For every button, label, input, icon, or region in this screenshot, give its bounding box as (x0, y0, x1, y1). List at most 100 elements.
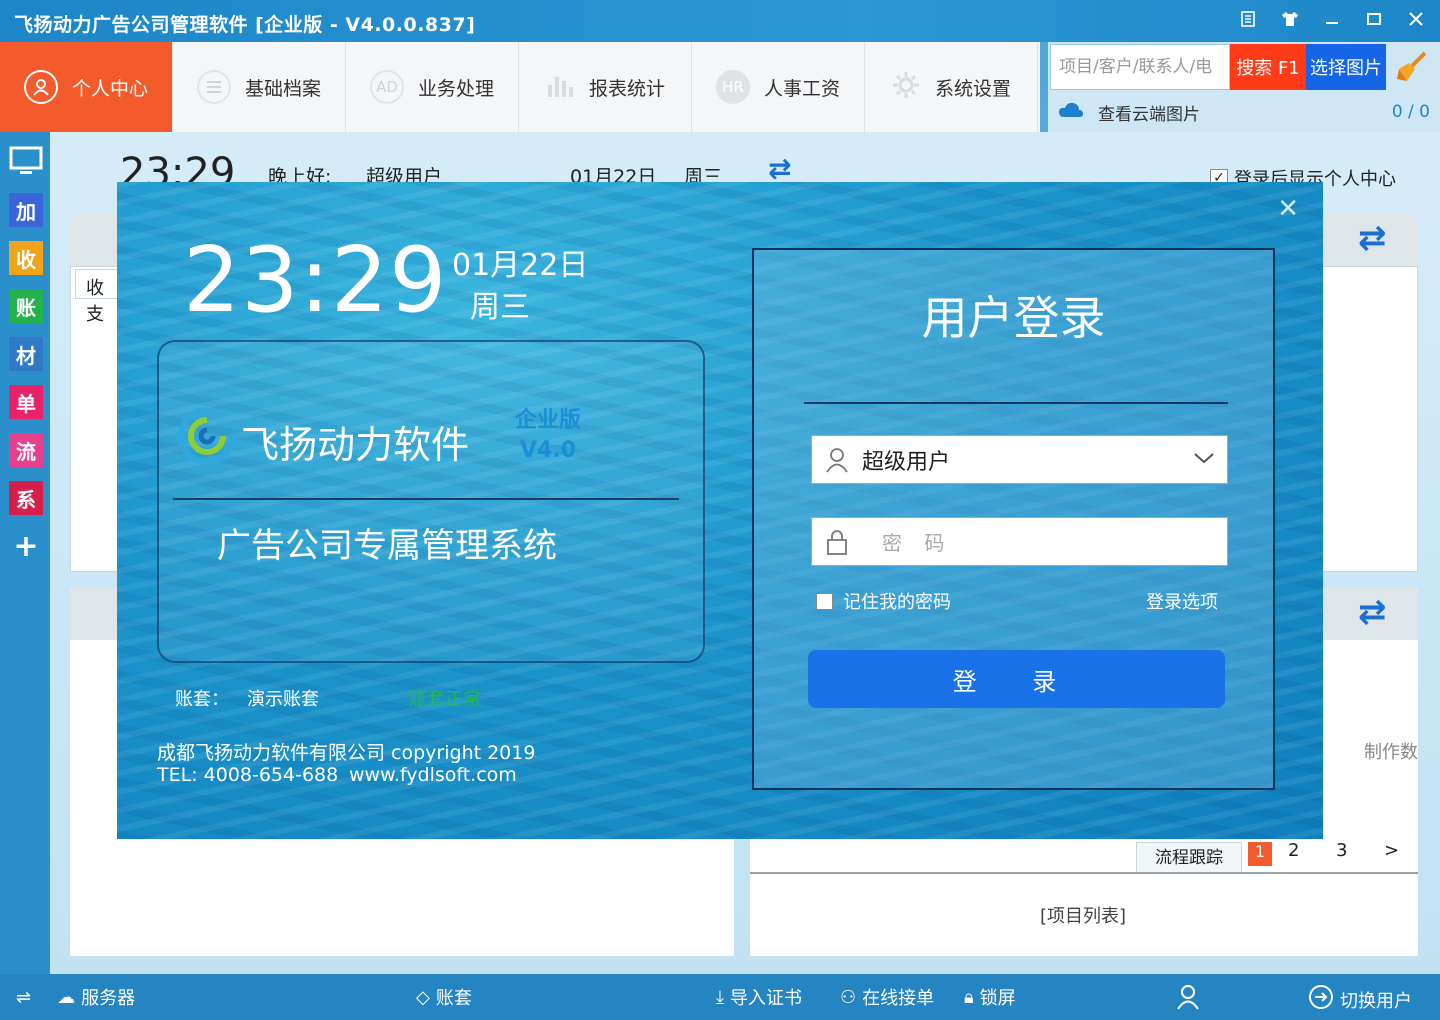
edition-label: 企业版 (515, 408, 582, 433)
nav-label: 基础档案 (244, 77, 321, 100)
ad-icon: AD (369, 70, 404, 104)
lock-screen-item[interactable]: 🔒︎ 锁屏 (964, 984, 1016, 1010)
sidebar-item-flow[interactable]: 流 (9, 433, 43, 467)
cloud-images-label: 查看云端图片 (1098, 104, 1200, 125)
cloud-outline-icon: ☁ (57, 986, 76, 1008)
brand-name: 飞扬动力软件 (241, 423, 470, 467)
login-dialog: ✕ 23:29 01月22日 周三 飞扬动力软件 企业版 V4.0 广告公司专属… (117, 182, 1323, 839)
menu-icon[interactable] (1230, 4, 1266, 34)
login-button[interactable]: 登 录 (808, 650, 1225, 708)
sidebar-item-account[interactable]: 账 (9, 289, 43, 323)
account-set-item[interactable]: ◇ 账套 (416, 984, 472, 1010)
user-icon (23, 70, 58, 104)
brand-slogan: 广告公司专属管理系统 (217, 526, 557, 566)
close-icon[interactable]: ✕ (1277, 194, 1299, 224)
chevron-down-icon[interactable] (1193, 450, 1215, 469)
left-sidebar: 加 收 账 材 单 流 系 + (0, 132, 50, 974)
nav-basic-records[interactable]: 基础档案 (173, 42, 346, 132)
minimize-icon[interactable] (1314, 4, 1350, 34)
sidebar-item-income[interactable]: 收 (9, 241, 43, 275)
brand-logo-icon (177, 406, 237, 470)
pager-next[interactable]: > (1384, 840, 1399, 861)
pager-1[interactable]: 1 (1248, 842, 1272, 866)
remember-checkbox[interactable] (816, 592, 833, 610)
sidebar-item-add[interactable]: 加 (9, 193, 43, 227)
pick-image-button[interactable]: 选择图片 (1306, 44, 1386, 90)
sidebar-item-order[interactable]: 单 (9, 385, 43, 419)
refresh-icon[interactable]: ⇄ (1358, 218, 1387, 258)
login-title: 用户登录 (921, 291, 1106, 345)
nav-business[interactable]: AD 业务处理 (346, 42, 519, 132)
user-icon (812, 447, 862, 473)
online-order-item[interactable]: ⚇ 在线接单 (840, 984, 934, 1010)
nav-reports[interactable]: 报表统计 (519, 42, 692, 132)
username-select[interactable]: 超级用户 (811, 435, 1228, 484)
sidebar-add-icon[interactable]: + (9, 529, 43, 564)
sidebar-item-system[interactable]: 系 (9, 481, 43, 515)
sidebar-item-material[interactable]: 材 (9, 337, 43, 371)
tab-flow-tracking[interactable]: 流程跟踪 (1136, 842, 1242, 872)
lock-icon (812, 528, 862, 556)
list-icon (196, 70, 231, 104)
nav-label: 报表统计 (588, 77, 665, 100)
nav-label: 个人中心 (71, 77, 148, 100)
search-button[interactable]: 搜索 F1 (1230, 44, 1306, 90)
brand-divider (173, 498, 679, 500)
status-bar: ⇌ ☁ 服务器 ◇ 账套 ⤓ 导入证书 ⚇ 在线接单 🔒︎ 锁屏 切换用户 (0, 974, 1440, 1020)
refresh-icon[interactable]: ⇄ (768, 152, 791, 185)
monitor-icon[interactable] (9, 144, 43, 178)
brand-edition: 企业版 V4.0 (515, 406, 581, 466)
shirt-icon[interactable] (1272, 4, 1308, 34)
user-status-icon[interactable] (1176, 984, 1200, 1010)
close-icon[interactable] (1398, 4, 1434, 34)
cloud-images-row[interactable]: 查看云端图片 0 / 0 (1058, 98, 1438, 126)
tag-icon: ◇ (416, 986, 430, 1008)
remember-password[interactable]: 记住我的密码 (816, 588, 951, 614)
nav-hr-salary[interactable]: HR 人事工资 (692, 42, 865, 132)
window-title: 飞扬动力广告公司管理软件 [企业版 - V4.0.0.837] (14, 14, 476, 36)
lock-icon: 🔒︎ (964, 986, 974, 1008)
maximize-icon[interactable] (1356, 4, 1392, 34)
project-list-label: [项目列表] (1040, 906, 1127, 927)
switch-user-item[interactable]: 切换用户 (1308, 984, 1412, 1015)
login-date: 01月22日 (452, 248, 589, 283)
divider (750, 872, 1418, 874)
login-form: 用户登录 超级用户 密 码 记住我的密码 登录选项 登 录 (752, 248, 1275, 790)
remember-label: 记住我的密码 (843, 592, 951, 613)
app-window: 飞扬动力广告公司管理软件 [企业版 - V4.0.0.837] 个人中心 基础档… (0, 0, 1440, 1020)
refresh-icon[interactable]: ⇄ (1358, 592, 1387, 632)
users-icon: ⚇ (840, 986, 857, 1008)
arrow-circle-icon (1308, 984, 1334, 1015)
search-panel: 项目/客户/联系人/电 搜索 F1 选择图片 查看云端图片 0 / 0 (1048, 42, 1440, 132)
account-set-value[interactable]: 演示账套 (247, 685, 319, 711)
login-clock: 23:29 (183, 228, 448, 333)
bar-chart-icon (545, 71, 575, 104)
server-item[interactable]: ⇌ ☁ 服务器 (16, 984, 135, 1010)
gear-icon (891, 70, 921, 105)
cloud-image-count: 0 / 0 (1391, 102, 1430, 122)
pager-3[interactable]: 3 (1336, 840, 1347, 861)
pager-2[interactable]: 2 (1288, 840, 1299, 861)
company-copyright: 成都飞扬动力软件有限公司 copyright 2019 (157, 742, 536, 764)
username-value: 超级用户 (862, 449, 951, 475)
account-set-label: 账套： (175, 689, 229, 710)
account-set-label: 账套 (435, 988, 472, 1009)
import-cert-item[interactable]: ⤓ 导入证书 (716, 984, 802, 1010)
switch-user-label: 切换用户 (1340, 990, 1412, 1012)
broom-icon[interactable] (1386, 44, 1436, 90)
nav-label: 系统设置 (934, 77, 1011, 100)
search-row: 项目/客户/联系人/电 搜索 F1 选择图片 (1050, 44, 1436, 90)
nav-personal-center[interactable]: 个人中心 (0, 42, 173, 132)
hr-icon: HR (715, 70, 750, 104)
nav-settings[interactable]: 系统设置 (865, 42, 1038, 132)
account-set-status: 账套正常 (409, 689, 481, 710)
nav-label: 人事工资 (763, 77, 840, 100)
lock-screen-label: 锁屏 (979, 988, 1016, 1009)
brand-panel: 飞扬动力软件 企业版 V4.0 广告公司专属管理系统 (157, 340, 705, 663)
login-options-link[interactable]: 登录选项 (1146, 588, 1218, 614)
search-input[interactable]: 项目/客户/联系人/电 (1050, 44, 1230, 90)
title-bar: 飞扬动力广告公司管理软件 [企业版 - V4.0.0.837] (0, 0, 1440, 42)
company-website[interactable]: www.fydlsoft.com (349, 764, 517, 786)
password-field[interactable]: 密 码 (811, 517, 1228, 566)
nav-label: 业务处理 (417, 77, 494, 100)
